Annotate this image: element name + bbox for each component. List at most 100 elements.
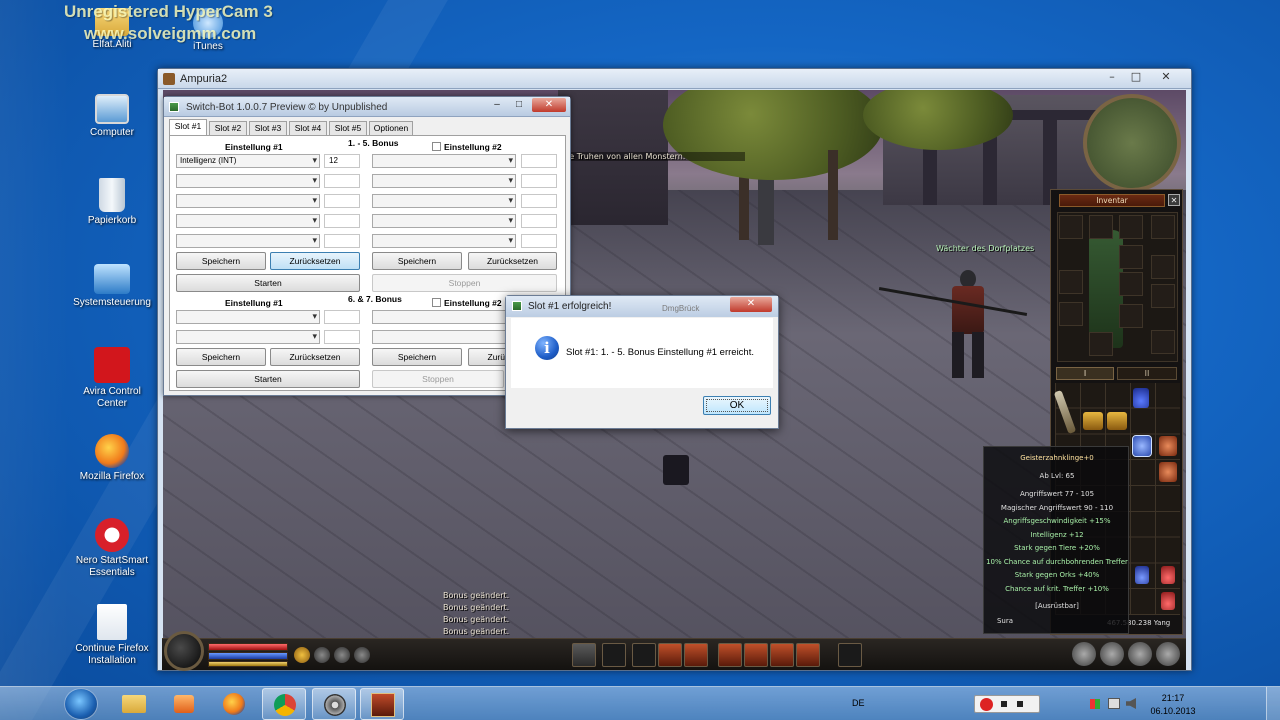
bonus-value-4[interactable] — [324, 214, 360, 228]
desktop-icon-computer[interactable]: Computer — [70, 94, 154, 139]
reset-button[interactable]: Zurücksetzen — [270, 252, 360, 270]
dialog-close-button[interactable]: ✕ — [730, 297, 772, 312]
potion-icon[interactable] — [1132, 435, 1152, 457]
desktop-icon-control-panel[interactable]: Systemsteuerung — [70, 264, 154, 309]
desktop-icon-firefox[interactable]: Mozilla Firefox — [70, 434, 154, 483]
equipment-slot[interactable] — [1119, 215, 1143, 239]
skill-slot[interactable] — [744, 643, 768, 667]
skill-slot[interactable] — [632, 643, 656, 667]
bonus2-select-4[interactable] — [372, 214, 516, 228]
bonus2-select-1[interactable] — [372, 154, 516, 168]
reset-button-2[interactable]: Zurücksetzen — [468, 252, 557, 270]
taskbar-chrome[interactable] — [262, 688, 306, 720]
reset-button-3[interactable]: Zurücksetzen — [270, 348, 360, 366]
desktop-icon-avira[interactable]: Avira Control Center — [70, 347, 154, 410]
bonus-select-3[interactable] — [176, 194, 320, 208]
minimize-button[interactable]: – — [1100, 69, 1124, 85]
bonus67-select-1[interactable] — [176, 310, 320, 324]
flag-icon[interactable] — [1090, 699, 1100, 709]
close-button[interactable]: ✕ — [1154, 69, 1178, 85]
equipment-slot[interactable] — [1119, 272, 1143, 296]
maximize-button[interactable]: □ — [1124, 69, 1148, 85]
bonus2-value-3[interactable] — [521, 194, 557, 208]
equipment-slot[interactable] — [1151, 215, 1175, 239]
game-window-titlebar[interactable]: Ampuria2 – □ ✕ — [158, 69, 1191, 89]
game-hud-bar[interactable] — [162, 631, 1186, 671]
start-button-2[interactable]: Starten — [176, 370, 360, 388]
tab-slot-2[interactable]: Slot #2 — [209, 121, 247, 135]
quick-button[interactable] — [314, 647, 330, 663]
inventory-page-tab-1[interactable]: I — [1056, 367, 1114, 380]
quick-button[interactable] — [354, 647, 370, 663]
quick-button[interactable] — [334, 647, 350, 663]
desktop-icon-recycle[interactable]: Papierkorb — [70, 178, 154, 227]
bonus67b-select-1[interactable] — [372, 310, 516, 324]
potion-icon[interactable] — [1161, 566, 1175, 584]
equipment-slot[interactable] — [1151, 330, 1175, 354]
bonus-select-5[interactable] — [176, 234, 320, 248]
language-indicator[interactable]: DE — [852, 698, 865, 708]
bonus-select-1[interactable]: Intelligenz (INT) — [176, 154, 320, 168]
bonus67b-select-2[interactable] — [372, 330, 516, 344]
hud-menu-button[interactable] — [1072, 642, 1096, 666]
equipment-slot[interactable] — [1059, 270, 1083, 294]
switchbot-titlebar[interactable]: Switch-Bot 1.0.0.7 Preview © by Unpublis… — [164, 97, 570, 117]
player-character[interactable] — [878, 270, 1028, 385]
stop-button[interactable]: Stoppen — [372, 274, 557, 292]
bonus-select-4[interactable] — [176, 214, 320, 228]
stop-button-2[interactable]: Stoppen — [372, 370, 504, 388]
tab-slot-5[interactable]: Slot #5 — [329, 121, 367, 135]
taskbar-game[interactable] — [360, 688, 404, 720]
bonus2-value-2[interactable] — [521, 174, 557, 188]
skill-slot[interactable] — [658, 643, 682, 667]
volume-icon[interactable] — [1126, 698, 1136, 709]
success-dialog[interactable]: Slot #1 erfolgreich! DmgBrück ✕ i Slot #… — [505, 295, 779, 429]
skill-slot[interactable] — [718, 643, 742, 667]
save-button[interactable]: Speichern — [176, 252, 266, 270]
network-icon[interactable] — [1108, 698, 1120, 709]
chest-icon[interactable] — [1107, 412, 1127, 430]
show-desktop-button[interactable] — [1266, 687, 1280, 720]
start-button[interactable]: Starten — [176, 274, 360, 292]
ok-button[interactable]: OK — [703, 396, 771, 415]
skill-slot[interactable] — [602, 643, 626, 667]
potion-icon[interactable] — [1161, 592, 1175, 610]
tab-slot-1[interactable]: Slot #1 — [169, 119, 207, 135]
pause-icon[interactable] — [1001, 701, 1007, 707]
bonus2-value-5[interactable] — [521, 234, 557, 248]
skill-slot[interactable] — [838, 643, 862, 667]
bonus2-select-2[interactable] — [372, 174, 516, 188]
tab-slot-3[interactable]: Slot #3 — [249, 121, 287, 135]
bonus2-value-4[interactable] — [521, 214, 557, 228]
clock-date[interactable]: 06.10.2013 — [1148, 706, 1198, 716]
save-button-4[interactable]: Speichern — [372, 348, 462, 366]
bonus67-value-1[interactable] — [324, 310, 360, 324]
equipment-slot[interactable] — [1059, 215, 1083, 239]
equipment-slot[interactable] — [1151, 255, 1175, 279]
skill-slot[interactable] — [770, 643, 794, 667]
stop-record-icon[interactable] — [980, 698, 993, 711]
save-button-3[interactable]: Speichern — [176, 348, 266, 366]
hud-menu-button[interactable] — [1128, 642, 1152, 666]
clock-time[interactable]: 21:17 — [1156, 693, 1190, 703]
taskbar-explorer[interactable] — [112, 688, 156, 720]
start-orb-icon[interactable] — [64, 688, 98, 720]
record-square-icon[interactable] — [1017, 701, 1023, 707]
inventory-page-tab-2[interactable]: II — [1117, 367, 1177, 380]
equipment-slot[interactable] — [1089, 215, 1113, 239]
dialog-titlebar[interactable]: Slot #1 erfolgreich! DmgBrück ✕ — [506, 296, 778, 317]
inventory-close-button[interactable]: ✕ — [1168, 194, 1180, 206]
close-button[interactable]: ✕ — [532, 98, 566, 112]
chest-icon[interactable] — [1083, 412, 1103, 430]
potion-icon[interactable] — [1133, 388, 1149, 408]
bonus-select-2[interactable] — [176, 174, 320, 188]
minimap[interactable] — [1083, 94, 1181, 192]
equipment-slot[interactable] — [1119, 304, 1143, 328]
quick-button[interactable] — [294, 647, 310, 663]
skill-slot[interactable] — [684, 643, 708, 667]
minimize-button[interactable]: – — [486, 98, 508, 112]
bonus67-select-2[interactable] — [176, 330, 320, 344]
equipment-slot[interactable] — [1059, 302, 1083, 326]
character-orb[interactable] — [164, 631, 204, 671]
reset-button-4[interactable]: Zurü — [468, 348, 508, 366]
